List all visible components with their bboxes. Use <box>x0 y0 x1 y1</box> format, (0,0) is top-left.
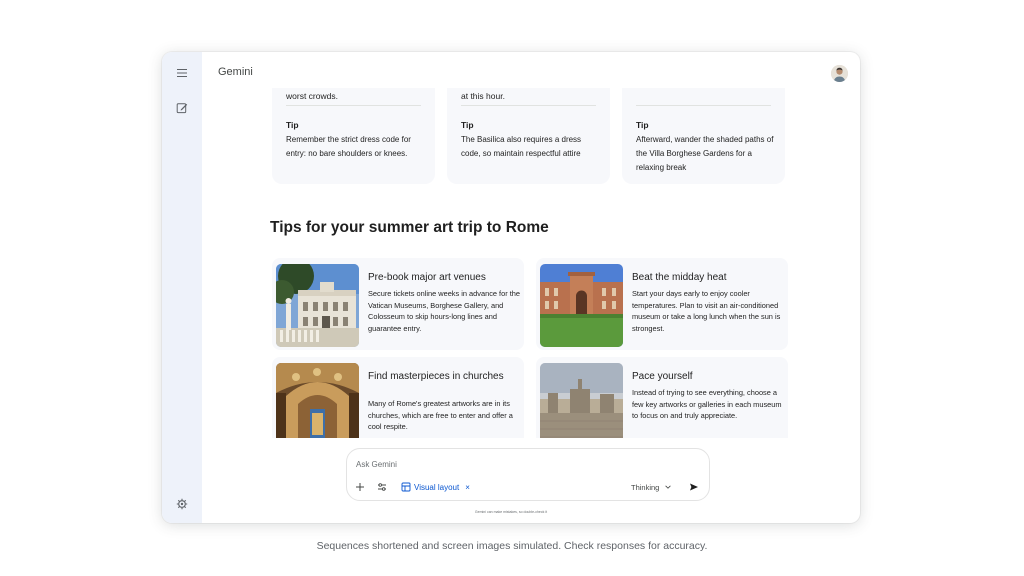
response-card: at this hour. Tip The Basilica also requ… <box>447 88 610 184</box>
tip-body: Instead of trying to see everything, cho… <box>632 388 782 420</box>
response-card: Tip Afterward, wander the shaded paths o… <box>622 88 785 184</box>
avatar[interactable] <box>831 65 848 82</box>
tip-card-midday-heat[interactable]: Beat the midday heat Start your days ear… <box>536 258 788 350</box>
divider <box>636 105 771 106</box>
send-button[interactable] <box>689 480 699 494</box>
tip-text: Afterward, wander the shaded paths of th… <box>636 135 774 172</box>
new-chat-edit-icon[interactable] <box>173 99 191 117</box>
tip-label: Tip <box>461 120 474 130</box>
tip-title: Pre-book major art venues <box>368 272 486 283</box>
tip-card-pace-yourself[interactable]: Pace yourself Instead of trying to see e… <box>536 357 788 438</box>
tips-grid: Pre-book major art venues Secure tickets… <box>270 258 794 438</box>
prompt-input[interactable] <box>356 457 656 471</box>
tip-title: Find masterpieces in churches <box>368 371 504 382</box>
card-fragment: worst crowds. <box>286 91 338 101</box>
tip-label: Tip <box>636 120 649 130</box>
tip-title: Beat the midday heat <box>632 272 727 283</box>
villa-medici-photo <box>276 264 359 347</box>
previous-response-cards: worst crowds. Tip Remember the strict dr… <box>272 88 792 184</box>
visual-layout-chip[interactable]: Visual layout × <box>401 480 470 494</box>
add-plus-icon[interactable] <box>355 480 365 494</box>
footer-caption: Sequences shortened and screen images si… <box>316 540 708 552</box>
divider <box>286 105 421 106</box>
app-title: Gemini <box>218 66 253 78</box>
disclaimer-text: Gemini can make mistakes, so double-chec… <box>474 510 548 514</box>
divider <box>461 105 596 106</box>
layout-icon <box>401 482 411 492</box>
send-icon <box>690 483 698 491</box>
tip-title: Pace yourself <box>632 371 693 382</box>
piazza-photo <box>540 363 623 438</box>
prompt-composer: Visual layout × Thinking <box>346 448 710 501</box>
tools-sliders-icon[interactable] <box>377 480 387 494</box>
vatican-courtyard-photo <box>540 264 623 347</box>
tip-card-prebook[interactable]: Pre-book major art venues Secure tickets… <box>272 258 524 350</box>
tip-body: Start your days early to enjoy cooler te… <box>632 289 781 333</box>
section-title: Tips for your summer art trip to Rome <box>270 219 549 236</box>
response-card: worst crowds. Tip Remember the strict dr… <box>272 88 435 184</box>
chevron-down-icon <box>665 485 672 489</box>
hamburger-menu-icon[interactable] <box>173 64 191 82</box>
card-fragment: at this hour. <box>461 91 505 101</box>
tip-text: The Basilica also requires a dress code,… <box>461 135 582 158</box>
tip-text: Remember the strict dress code for entry… <box>286 135 411 158</box>
model-mode-dropdown[interactable]: Thinking <box>631 480 672 494</box>
tip-label: Tip <box>286 120 299 130</box>
model-mode-label: Thinking <box>631 482 660 492</box>
tip-card-churches[interactable]: Find masterpieces in churches Many of Ro… <box>272 357 524 438</box>
visual-layout-close-icon[interactable]: × <box>465 483 470 492</box>
visual-layout-label: Visual layout <box>414 482 460 492</box>
tip-body: Many of Rome's greatest artworks are in … <box>368 399 513 431</box>
side-rail <box>162 52 202 523</box>
gemini-window: Gemini worst crowds. Tip Remember the st… <box>162 52 860 523</box>
tip-body: Secure tickets online weeks in advance f… <box>368 289 521 333</box>
church-interior-photo <box>276 363 359 438</box>
